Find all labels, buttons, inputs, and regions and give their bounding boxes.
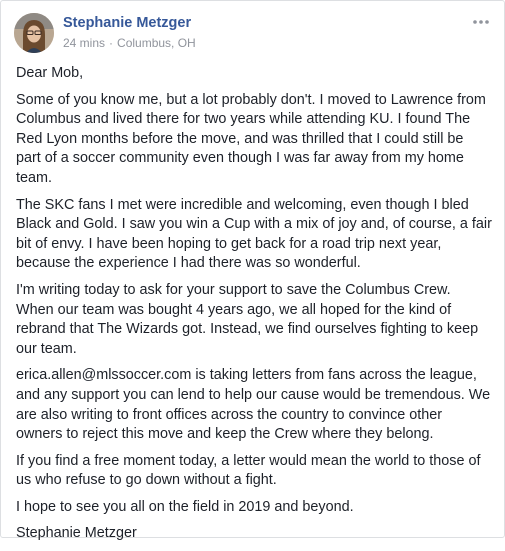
post-paragraph: erica.allen@mlssoccer.com is taking lett…: [16, 367, 491, 443]
post-signature: Stephanie Metzger: [16, 525, 137, 542]
avatar[interactable]: [14, 13, 54, 53]
author-name-link[interactable]: Stephanie Metzger: [63, 15, 191, 31]
post-paragraph: Some of you know me, but a lot probably …: [16, 91, 486, 186]
post-paragraph: The SKC fans I met were incredible and w…: [16, 196, 492, 272]
post-paragraph: If you find a free moment today, a lette…: [16, 452, 481, 489]
post-header: Stephanie Metzger 24 mins · Columbus, OH: [14, 13, 492, 55]
avatar-image: [14, 13, 54, 53]
post-paragraph: I hope to see you all on the field in 20…: [16, 498, 354, 515]
post-paragraph: I'm writing today to ask for your suppor…: [16, 281, 479, 357]
post-meta: 24 mins · Columbus, OH: [63, 36, 196, 50]
post-location[interactable]: Columbus, OH: [117, 36, 196, 50]
meta-separator: ·: [109, 36, 114, 50]
ellipsis-icon[interactable]: [472, 15, 490, 29]
post-card: Stephanie Metzger 24 mins · Columbus, OH…: [0, 0, 505, 541]
post-body: Dear Mob, Some of you know me, but a lot…: [16, 64, 492, 551]
post-paragraph: Dear Mob,: [16, 65, 84, 81]
post-timestamp[interactable]: 24 mins: [63, 36, 105, 50]
